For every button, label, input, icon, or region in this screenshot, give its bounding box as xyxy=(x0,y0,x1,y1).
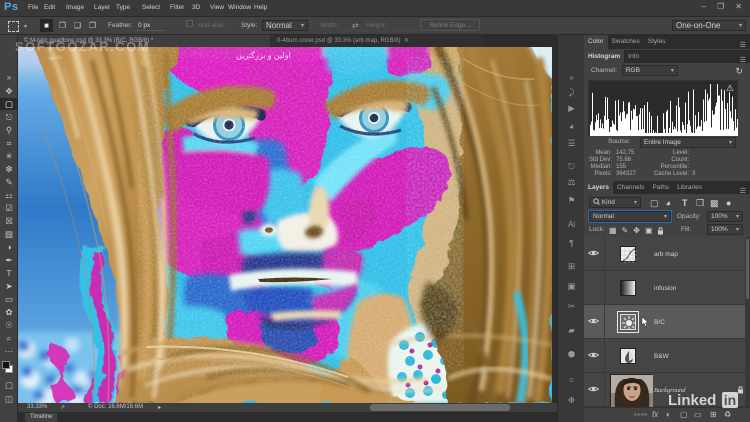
svg-text:اولین و بزرگترین: اولین و بزرگترین xyxy=(236,50,291,60)
svg-text:دانلود: دانلود xyxy=(48,54,62,61)
